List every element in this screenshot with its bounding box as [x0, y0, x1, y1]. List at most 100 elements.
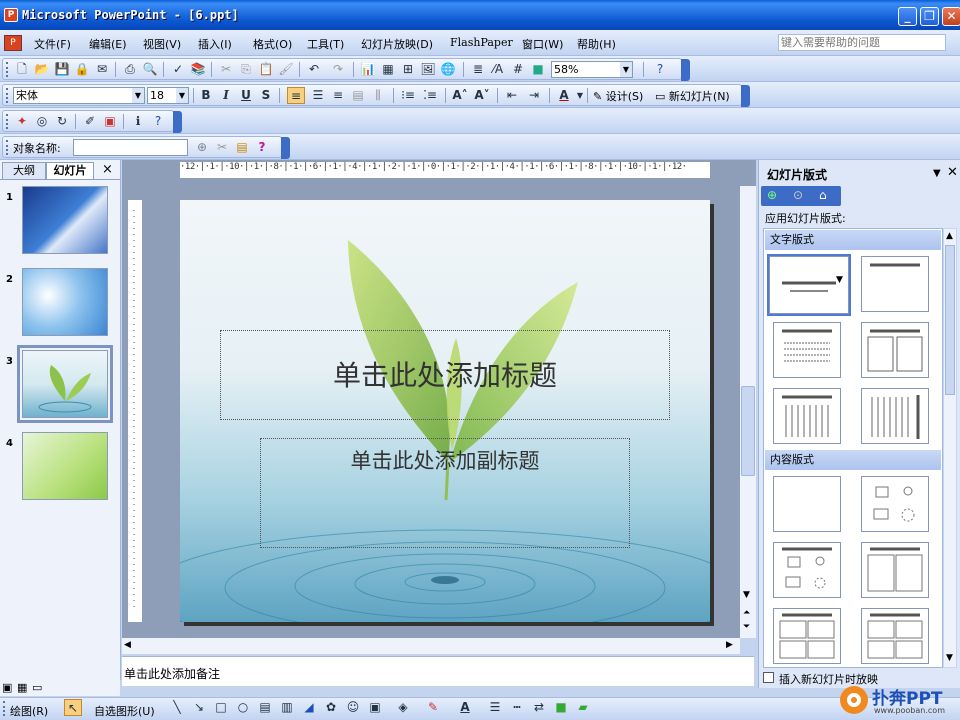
layout-content[interactable] — [861, 476, 929, 532]
scroll-thumb[interactable] — [741, 386, 755, 476]
menu-slideshow[interactable]: 幻灯片放映(D) — [361, 36, 433, 52]
distributed-icon[interactable]: ▤ — [349, 87, 367, 104]
doc-icon[interactable]: P — [4, 35, 22, 51]
permission-icon[interactable]: 🔒 — [73, 61, 91, 78]
menu-view[interactable]: 视图(V) — [143, 36, 181, 52]
toolbar-grip[interactable] — [6, 140, 9, 155]
scroll-up-icon[interactable]: ▲ — [946, 231, 953, 241]
slide-sorter-icon[interactable]: ▦ — [17, 681, 27, 694]
properties-icon[interactable]: ▤ — [233, 139, 251, 156]
record-icon[interactable]: ◎ — [33, 113, 51, 130]
line-style-icon[interactable]: ☰ — [486, 699, 504, 716]
vertical-textbox-icon[interactable]: ▥ — [278, 699, 296, 716]
arrow-icon[interactable]: ↘ — [190, 699, 208, 716]
slide-thumbnail-3[interactable] — [17, 345, 113, 423]
info-icon[interactable]: ℹ — [129, 113, 147, 130]
cut-icon[interactable]: ✂ — [217, 61, 235, 78]
help-icon[interactable]: ? — [253, 139, 271, 156]
normal-view-icon[interactable]: ▣ — [2, 681, 12, 694]
chevron-down-icon[interactable]: ▼ — [933, 168, 941, 179]
toolbar-grip[interactable] — [6, 62, 9, 77]
research-icon[interactable]: 📚 — [189, 61, 207, 78]
toolbar-options-icon[interactable] — [681, 59, 690, 81]
line-icon[interactable]: ╲ — [168, 699, 186, 716]
save-icon[interactable]: 💾 — [53, 61, 71, 78]
chevron-down-icon[interactable]: ▼ — [132, 88, 144, 103]
spelling-icon[interactable]: ✓ — [169, 61, 187, 78]
gallery-scrollbar[interactable]: ▲ ▼ — [943, 228, 957, 668]
line-color-icon[interactable]: ✎ — [424, 699, 442, 716]
scroll-thumb[interactable] — [945, 245, 955, 395]
arrow-style-icon[interactable]: ⇄ — [530, 699, 548, 716]
close-icon[interactable]: ✕ — [947, 165, 958, 180]
numbering-icon[interactable]: ⁝≡ — [399, 87, 417, 104]
slide-thumbnail-2[interactable] — [22, 268, 108, 336]
layout-two-content[interactable] — [861, 542, 929, 598]
next-slide-icon[interactable]: ⏷ — [743, 622, 750, 632]
paste-icon[interactable]: 📋 — [257, 61, 275, 78]
menu-format[interactable]: 格式(O) — [253, 36, 292, 52]
3d-style-icon[interactable]: ▰ — [574, 699, 592, 716]
toolbar-options-icon[interactable] — [281, 137, 290, 159]
open-icon[interactable]: 📂 — [33, 61, 51, 78]
align-center-icon[interactable]: ☰ — [309, 87, 327, 104]
object-action-icon[interactable]: ⊕ — [193, 139, 211, 156]
menu-flashpaper[interactable]: FlashPaper — [450, 36, 513, 49]
scroll-down-icon[interactable]: ▼ — [946, 653, 953, 663]
print-preview-icon[interactable]: 🔍 — [141, 61, 159, 78]
bold-button[interactable]: B — [197, 87, 215, 104]
table-icon[interactable]: ▦ — [379, 61, 397, 78]
layout-title-only[interactable] — [861, 256, 929, 312]
close-icon[interactable]: × — [102, 162, 113, 177]
toolbar-grip[interactable] — [6, 88, 9, 103]
notes-placeholder[interactable]: 单击此处添加备注 — [124, 665, 220, 682]
zoom-select[interactable]: 58% ▼ — [551, 61, 633, 78]
menu-help[interactable]: 帮助(H) — [577, 36, 616, 52]
font-size-select[interactable]: 18 ▼ — [147, 87, 189, 104]
shadow-style-icon[interactable]: ■ — [552, 699, 570, 716]
underline-button[interactable]: U — [237, 87, 255, 104]
tables-borders-icon[interactable]: ⊞ — [399, 61, 417, 78]
menu-edit[interactable]: 编辑(E) — [89, 36, 127, 52]
design-button[interactable]: ✎ 设计(S) — [593, 88, 643, 104]
toolbar-grip[interactable] — [6, 114, 9, 129]
chart-icon[interactable]: 📊 — [359, 61, 377, 78]
color-grayscale-icon[interactable]: ■ — [529, 61, 547, 78]
toolbar-options-icon[interactable] — [173, 111, 182, 133]
forward-icon[interactable]: ⊙ — [793, 188, 803, 202]
object-name-input[interactable] — [73, 139, 188, 156]
vertical-scrollbar[interactable]: ▼ ⏶ ⏷ — [740, 186, 756, 638]
grid-icon[interactable]: # — [509, 61, 527, 78]
title-placeholder[interactable]: 单击此处添加标题 — [220, 330, 670, 420]
select-pointer-icon[interactable]: ↖ — [64, 699, 82, 716]
align-left-icon[interactable]: ≡ — [287, 87, 305, 104]
font-color-icon[interactable]: A — [456, 699, 474, 716]
slide-thumbnail-1[interactable] — [22, 186, 108, 254]
increase-font-icon[interactable]: A˄ — [451, 87, 469, 104]
layout-four-content[interactable] — [773, 608, 841, 664]
help-search-input[interactable]: 键入需要帮助的问题 — [778, 34, 946, 51]
italic-button[interactable]: I — [217, 87, 235, 104]
insert-picture-icon[interactable]: 🖼 — [419, 61, 437, 78]
wordart-icon[interactable]: ◢ — [300, 699, 318, 716]
rectangle-icon[interactable]: □ — [212, 699, 230, 716]
menu-insert[interactable]: 插入(I) — [198, 36, 232, 52]
scroll-down-icon[interactable]: ▼ — [743, 590, 750, 600]
home-icon[interactable]: ⌂ — [819, 188, 827, 202]
columns-icon[interactable]: ⫼ — [369, 87, 387, 104]
chevron-down-icon[interactable]: ▼ — [620, 62, 632, 77]
show-on-insert-checkbox[interactable] — [763, 672, 774, 683]
powerpoint-app-icon[interactable]: P — [4, 8, 18, 22]
horizontal-scrollbar[interactable]: ◀ ▶ — [122, 638, 740, 654]
hyperlink-icon[interactable]: 🌐 — [439, 61, 457, 78]
flash-icon[interactable]: ▣ — [101, 113, 119, 130]
redo-icon[interactable]: ↷ — [329, 61, 347, 78]
font-select[interactable]: 宋体 ▼ — [13, 87, 145, 104]
expand-all-icon[interactable]: ≣ — [469, 61, 487, 78]
menu-tools[interactable]: 工具(T) — [307, 36, 344, 52]
refresh-icon[interactable]: ↻ — [53, 113, 71, 130]
oval-icon[interactable]: ○ — [234, 699, 252, 716]
tab-slides[interactable]: 幻灯片 — [46, 162, 94, 179]
previous-slide-icon[interactable]: ⏶ — [743, 608, 750, 618]
format-painter-icon[interactable]: 🖌 — [277, 61, 295, 78]
